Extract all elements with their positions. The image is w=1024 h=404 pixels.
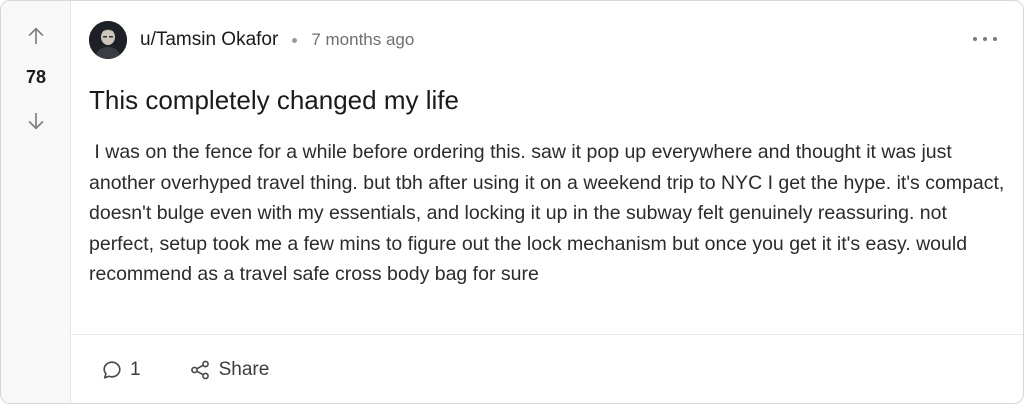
more-options-icon (973, 37, 977, 41)
separator-dot (292, 37, 298, 43)
post-card: 78 u/Tamsin Okafor 7 months ago This com… (0, 0, 1024, 404)
footer-divider (71, 334, 1023, 335)
post-actions: 1 Share (101, 355, 269, 385)
arrow-up-icon (28, 27, 44, 45)
post-content: u/Tamsin Okafor 7 months ago This comple… (71, 1, 1023, 403)
comments-button[interactable]: 1 (101, 359, 141, 381)
more-options-button[interactable] (973, 29, 997, 49)
post-body: I was on the fence for a while before or… (89, 141, 1010, 285)
post-header: u/Tamsin Okafor 7 months ago (89, 21, 414, 59)
share-button[interactable]: Share (189, 359, 270, 381)
vote-score: 78 (25, 67, 47, 87)
post-title: This completely changed my life (89, 85, 459, 115)
user-avatar[interactable] (89, 21, 127, 59)
more-options-icon (993, 37, 997, 41)
post-timestamp: 7 months ago (311, 30, 415, 49)
more-options-icon (983, 37, 987, 41)
upvote-button[interactable] (23, 23, 49, 49)
comment-bubble-icon (103, 361, 121, 379)
arrow-down-icon (28, 112, 44, 130)
author-username[interactable]: u/Tamsin Okafor (140, 29, 278, 51)
downvote-button[interactable] (23, 108, 49, 134)
avatar-image (89, 21, 127, 59)
comment-count: 1 (130, 359, 141, 380)
vote-column: 78 (1, 1, 71, 403)
share-label: Share (218, 359, 270, 380)
share-icon (190, 360, 209, 380)
